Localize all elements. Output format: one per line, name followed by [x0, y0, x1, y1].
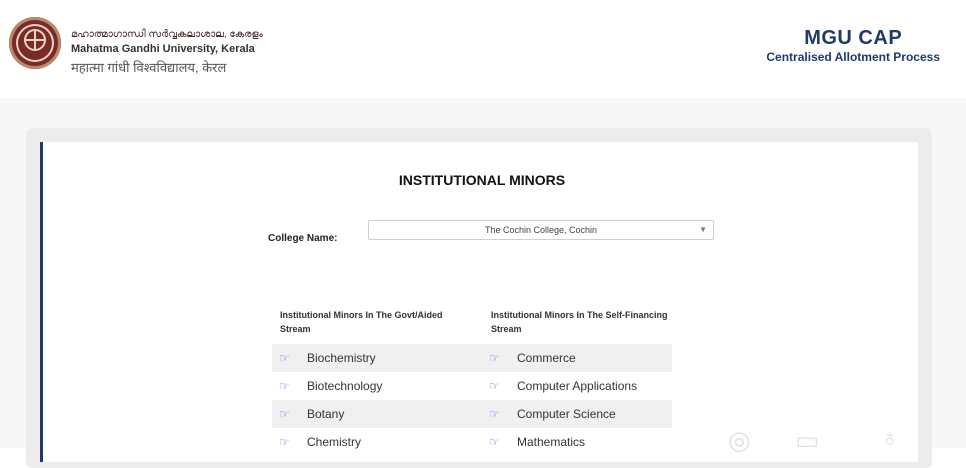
list-item: ☞ Mathematics [482, 428, 672, 456]
list-item-label: Mathematics [517, 435, 586, 449]
list-item-label: Botany [307, 407, 345, 421]
list-item-label: Commerce [517, 351, 576, 365]
hand-pointing-right-icon: ☞ [489, 407, 500, 421]
university-name-english: Mahatma Gandhi University, Kerala [71, 43, 255, 55]
watermark-flask-icon: ♁ [880, 422, 900, 452]
university-logo[interactable] [9, 17, 61, 69]
list-item-label: Computer Science [517, 407, 616, 421]
brand-subtitle: Centralised Allotment Process [766, 50, 940, 64]
university-name-malayalam: മഹാത്മാഗാന്ധി സർവ്വകലാശാല, കേരളം [71, 29, 263, 40]
minors-card: INSTITUTIONAL MINORS College Name: The C… [40, 142, 918, 462]
list-item: ☞ Biochemistry [272, 344, 483, 372]
brand-block[interactable]: MGU CAP Centralised Allotment Process [766, 27, 940, 64]
hand-pointing-right-icon: ☞ [279, 435, 290, 449]
list-item: ☞ Commerce [482, 344, 672, 372]
college-select-value: The Cochin College, Cochin [484, 225, 598, 235]
self-financing-stream-heading: Institutional Minors In The Self-Financi… [491, 310, 668, 334]
list-item-label: Chemistry [307, 435, 362, 449]
hand-pointing-right-icon: ☞ [279, 379, 290, 393]
watermark-book-icon: ▭ [795, 425, 820, 455]
site-header: മഹാത്മാഗാന്ധി സർവ്വകലാശാല, കേരളം Mahatma… [0, 0, 966, 98]
college-select[interactable]: The Cochin College, Cochin ▼ [368, 220, 714, 240]
list-item-label: Biotechnology [307, 379, 383, 393]
brand-title: MGU CAP [804, 27, 903, 49]
govt-minors-list: ☞ Biochemistry ☞ Biotechnology ☞ Botany … [272, 344, 483, 456]
hand-pointing-right-icon: ☞ [489, 435, 500, 449]
list-item-label: Computer Applications [517, 379, 638, 393]
hand-pointing-right-icon: ☞ [279, 351, 290, 365]
list-item-label: Biochemistry [307, 351, 376, 365]
govt-stream-heading: Institutional Minors In The Govt/Aided S… [280, 310, 443, 334]
list-item: ☞ Computer Applications [482, 372, 672, 400]
hand-pointing-right-icon: ☞ [489, 351, 500, 365]
chevron-down-icon[interactable]: ▼ [699, 221, 707, 239]
university-name-hindi: महात्मा गांधी विश्वविद्यालय, केरल [71, 60, 227, 75]
list-item: ☞ Computer Science [482, 400, 672, 428]
page-title: INSTITUTIONAL MINORS [398, 172, 566, 188]
hand-pointing-right-icon: ☞ [489, 379, 500, 393]
list-item: ☞ Botany [272, 400, 483, 428]
list-item: ☞ Biotechnology [272, 372, 483, 400]
list-item: ☞ Chemistry [272, 428, 483, 456]
hand-pointing-right-icon: ☞ [279, 407, 290, 421]
watermark-emblem-icon: ◎ [728, 425, 751, 455]
self-financing-minors-list: ☞ Commerce ☞ Computer Applications ☞ Com… [482, 344, 672, 456]
college-name-label: College Name: [268, 233, 338, 244]
